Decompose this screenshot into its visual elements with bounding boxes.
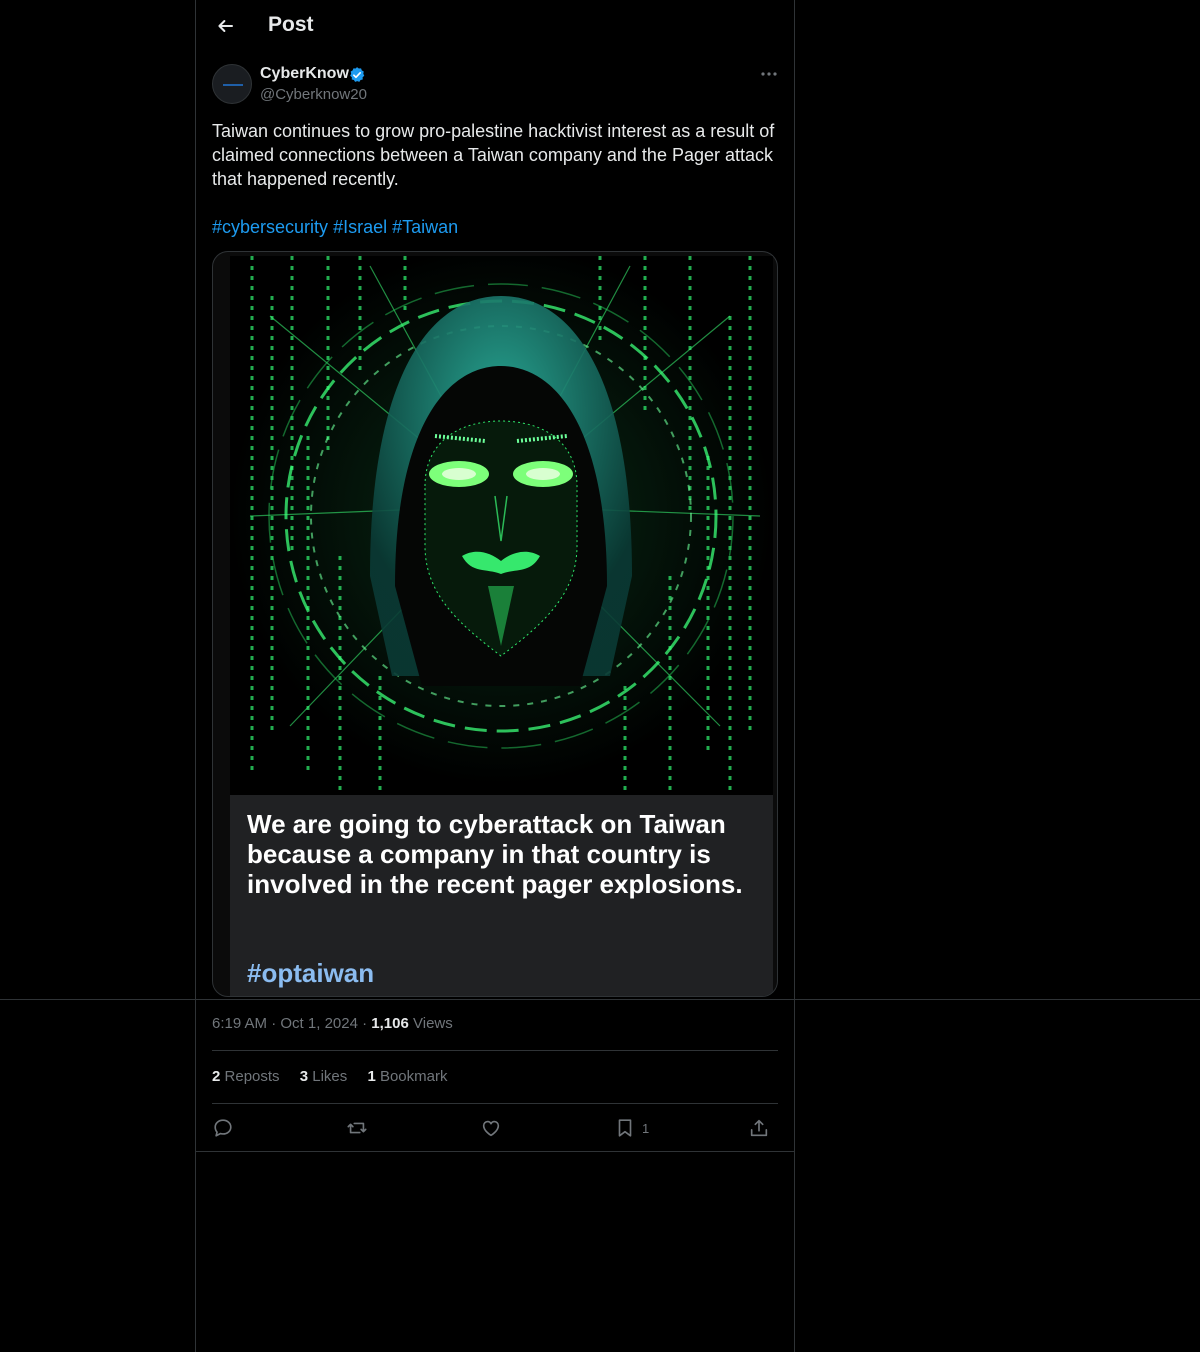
post-column: Post CyberKnow @Cyberknow20 Taiwan conti… <box>195 0 795 1352</box>
likes-stat[interactable]: 3 Likes <box>300 1068 348 1085</box>
meta-separator: · <box>271 1015 277 1032</box>
reposts-stat[interactable]: 2 Reposts <box>212 1068 280 1085</box>
bookmark-button[interactable]: 1 <box>614 1114 649 1142</box>
avatar[interactable] <box>212 64 252 104</box>
repost-button[interactable] <box>346 1114 368 1142</box>
post-meta: 6:19 AM · Oct 1, 2024 · 1,106 Views <box>212 1015 453 1032</box>
views-count: 1,106 <box>371 1015 409 1032</box>
share-icon <box>750 1119 768 1137</box>
like-button[interactable] <box>480 1114 502 1142</box>
back-button[interactable] <box>212 14 236 38</box>
views-label: Views <box>413 1015 453 1032</box>
like-icon <box>482 1120 500 1137</box>
bookmarks-count: 1 <box>367 1068 376 1085</box>
post-date[interactable]: Oct 1, 2024 <box>280 1015 358 1032</box>
divider <box>196 1151 794 1152</box>
page-title: Post <box>268 13 314 36</box>
post-time[interactable]: 6:19 AM <box>212 1015 267 1032</box>
hashtag-link[interactable]: #cybersecurity <box>212 217 328 237</box>
verified-badge-icon <box>350 67 365 82</box>
more-button[interactable] <box>758 63 780 85</box>
action-bar: 1 <box>212 1114 778 1142</box>
back-arrow-icon <box>218 20 233 32</box>
image-caption-text: We are going to cyberattack on Taiwan be… <box>247 809 743 899</box>
bookmark-count: 1 <box>642 1120 650 1136</box>
reply-icon <box>214 1119 232 1137</box>
author-handle[interactable]: @Cyberknow20 <box>260 86 367 103</box>
reply-button[interactable] <box>212 1114 234 1142</box>
page-header: Post <box>196 0 794 53</box>
likes-count: 3 <box>299 1068 309 1085</box>
bookmark-icon <box>618 1119 632 1137</box>
hashtag-link[interactable]: #Israel <box>333 217 387 237</box>
more-icon <box>761 72 777 76</box>
post-text: Taiwan continues to grow pro-palestine h… <box>212 121 775 189</box>
hashtags: #cybersecurity #Israel #Taiwan <box>212 215 458 239</box>
engagement-stats: 2 Reposts 3 Likes 1 Bookmark <box>212 1068 463 1085</box>
share-button[interactable] <box>748 1114 770 1142</box>
bookmarks-label: Bookmark <box>379 1068 448 1085</box>
likes-label: Likes <box>312 1068 348 1085</box>
reposts-label: Reposts <box>224 1068 280 1085</box>
repost-icon <box>347 1122 367 1134</box>
reposts-count: 2 <box>212 1068 221 1085</box>
divider <box>212 1050 778 1051</box>
hacker-mask-illustration <box>230 256 773 796</box>
image-caption-panel: We are going to cyberattack on Taiwan be… <box>230 795 773 996</box>
divider <box>212 1103 778 1104</box>
meta-separator: · <box>362 1015 368 1032</box>
hashtag-link[interactable]: #Taiwan <box>392 217 458 237</box>
post-image[interactable]: We are going to cyberattack on Taiwan be… <box>212 251 778 997</box>
image-caption-hashtag: #optaiwan <box>247 958 375 988</box>
bookmarks-stat[interactable]: 1 Bookmark <box>367 1068 447 1085</box>
author-name[interactable]: CyberKnow <box>260 65 349 83</box>
